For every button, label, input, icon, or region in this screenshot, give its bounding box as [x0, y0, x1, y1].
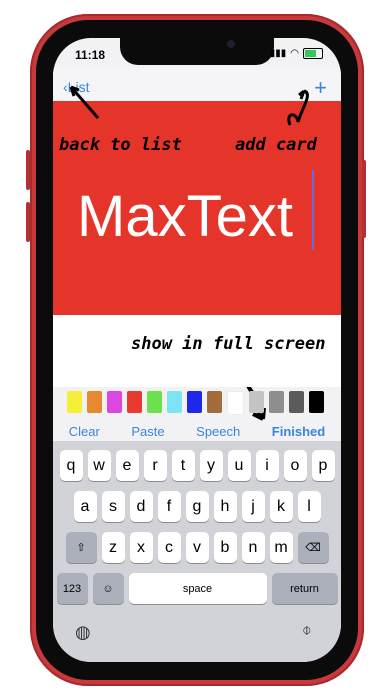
keyboard-row-3: ⇧ z x c v b n m ⌫	[53, 532, 341, 563]
color-swatch[interactable]	[87, 391, 102, 413]
key-o[interactable]: o	[283, 450, 307, 481]
key-x[interactable]: x	[129, 532, 153, 563]
key-v[interactable]: v	[185, 532, 209, 563]
key-t[interactable]: t	[171, 450, 195, 481]
color-swatch[interactable]	[167, 391, 182, 413]
shift-icon: ⇧	[76, 542, 86, 554]
color-swatch[interactable]	[249, 391, 264, 413]
keyboard-row-2: a s d f g h j k l	[53, 491, 341, 522]
numbers-key[interactable]: 123	[56, 573, 88, 604]
shift-key[interactable]: ⇧	[65, 532, 97, 563]
color-swatch[interactable]	[187, 391, 202, 413]
key-c[interactable]: c	[157, 532, 181, 563]
key-a[interactable]: a	[73, 491, 97, 522]
emoji-key[interactable]: ☺	[92, 573, 124, 604]
backspace-icon: ⌫	[305, 542, 321, 554]
fullscreen-annotation: show in full screen	[131, 334, 326, 354]
back-arrow-line	[69, 86, 100, 119]
key-i[interactable]: i	[255, 450, 279, 481]
add-arrow-line	[287, 89, 309, 126]
color-swatch[interactable]	[289, 391, 304, 413]
keyboard-row-4: 123 ☺ space return	[53, 573, 341, 604]
key-p[interactable]: p	[311, 450, 335, 481]
key-u[interactable]: u	[227, 450, 251, 481]
finished-button[interactable]: Finished	[272, 424, 325, 439]
key-b[interactable]: b	[213, 532, 237, 563]
screen: 11:18 ▮▮▮ ◠ ‹ List + MaxText back to lis…	[53, 38, 341, 662]
key-z[interactable]: z	[101, 532, 125, 563]
color-palette	[67, 391, 329, 415]
color-swatch[interactable]	[227, 391, 244, 415]
key-g[interactable]: g	[185, 491, 209, 522]
key-d[interactable]: d	[129, 491, 153, 522]
key-h[interactable]: h	[213, 491, 237, 522]
space-key[interactable]: space	[128, 573, 267, 604]
speech-button[interactable]: Speech	[196, 424, 240, 439]
key-f[interactable]: f	[157, 491, 181, 522]
key-m[interactable]: m	[269, 532, 293, 563]
key-j[interactable]: j	[241, 491, 265, 522]
color-swatch[interactable]	[147, 391, 162, 413]
return-key[interactable]: return	[271, 573, 338, 604]
color-swatch[interactable]	[107, 391, 122, 413]
clear-button[interactable]: Clear	[69, 424, 100, 439]
key-n[interactable]: n	[241, 532, 265, 563]
volume-down-button	[26, 202, 30, 242]
key-y[interactable]: y	[199, 450, 223, 481]
color-swatch[interactable]	[269, 391, 284, 413]
color-swatch[interactable]	[67, 391, 82, 413]
add-arrow-head	[298, 89, 306, 100]
key-r[interactable]: r	[143, 450, 167, 481]
emoji-icon: ☺	[102, 582, 114, 595]
paste-button[interactable]: Paste	[131, 424, 164, 439]
color-swatch[interactable]	[207, 391, 222, 413]
key-k[interactable]: k	[269, 491, 293, 522]
key-q[interactable]: q	[59, 450, 83, 481]
microphone-icon[interactable]: ⌽	[302, 622, 312, 640]
key-l[interactable]: l	[297, 491, 321, 522]
side-button	[362, 160, 366, 238]
delete-key[interactable]: ⌫	[297, 532, 329, 563]
key-e[interactable]: e	[115, 450, 139, 481]
text-toolbar: Clear Paste Speech Finished	[53, 421, 341, 441]
globe-icon[interactable]: ◍	[75, 622, 91, 643]
keyboard: q w e r t y u i o p a s d f g h j k l ⇧ …	[53, 441, 341, 662]
volume-up-button	[26, 150, 30, 190]
color-swatch[interactable]	[127, 391, 142, 413]
key-w[interactable]: w	[87, 450, 111, 481]
key-s[interactable]: s	[101, 491, 125, 522]
keyboard-row-1: q w e r t y u i o p	[53, 450, 341, 481]
color-swatch[interactable]	[309, 391, 324, 413]
